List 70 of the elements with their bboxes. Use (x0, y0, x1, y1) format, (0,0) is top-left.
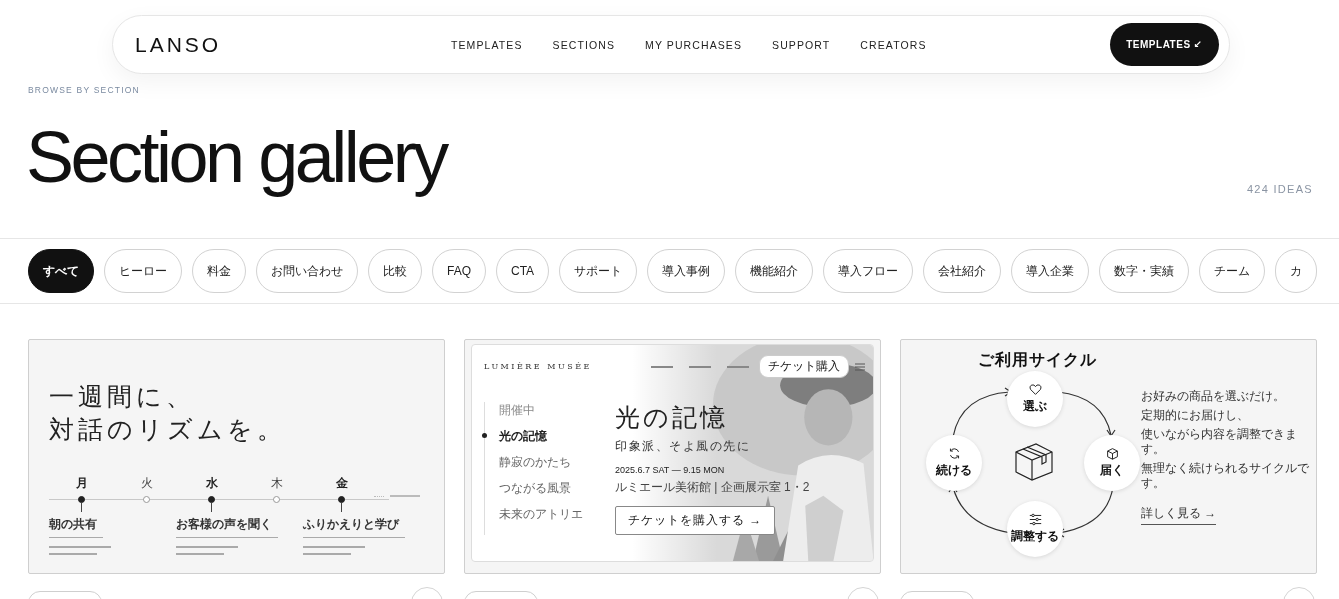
box-icon (1105, 447, 1119, 460)
templates-button[interactable]: TEMPLATES ↙ (1110, 23, 1219, 66)
section-card[interactable]: 一週間に、 対話のリズムを。 月 火 水 木 金 朝の共有 お客様の声を聞く ふりかえりと学び (28, 339, 445, 574)
description-text-lines (303, 546, 365, 555)
day-label: 木 (270, 475, 283, 492)
day-label: 金 (335, 475, 348, 492)
step-node: 続ける (926, 435, 982, 491)
eyebrow-label: BROWSE BY SECTION (28, 85, 141, 95)
buy-ticket-button: チケットを購入する → (615, 506, 776, 535)
filter-chip[interactable]: すべて (28, 249, 94, 293)
step-node: 届く (1084, 435, 1140, 491)
filter-chip[interactable]: カ (1275, 249, 1318, 293)
filter-chip[interactable]: 導入企業 (1011, 249, 1090, 293)
nav-link[interactable]: SUPPORT (772, 38, 831, 51)
event-title: ふりかえりと学び (303, 516, 405, 538)
filter-chip[interactable]: チーム (1199, 249, 1266, 293)
day-label: 火 (140, 475, 153, 492)
sliders-icon (1028, 513, 1042, 526)
day-label: 水 (205, 475, 218, 492)
exhibition-title: 光の記憶 (615, 402, 728, 434)
step-node: 選ぶ (1007, 371, 1063, 427)
description-text-lines (176, 546, 238, 555)
nav-link[interactable]: CREATORS (860, 38, 927, 51)
note-text-lines (390, 495, 420, 497)
description-line: 定期的にお届けし、 (1141, 407, 1249, 423)
day-label: 月 (75, 475, 88, 492)
filter-chip[interactable]: お問い合わせ (256, 249, 358, 293)
ticket-button: チケット購入 (759, 355, 849, 378)
filter-chip[interactable]: 会社紹介 (923, 249, 1002, 293)
side-menu-item: 静寂のかたち (498, 454, 572, 471)
details-link: 詳しく見る → (1141, 504, 1217, 525)
exhibition-dates: 2025.6.7 SAT — 9.15 MON (615, 465, 725, 475)
logo[interactable]: LANSO (135, 32, 435, 57)
side-menu-item: 未来のアトリエ (498, 506, 584, 523)
exhibition-subtitle: 印象派、そよ風の先に (615, 438, 750, 455)
side-menu-item: 光の記憶 (482, 428, 609, 445)
page-title: Section gallery (26, 117, 446, 197)
description-line: お好みの商品を選ぶだけ。 (1141, 388, 1285, 404)
filter-chip[interactable]: 導入事例 (647, 249, 726, 293)
menu-icon (855, 362, 865, 371)
venue-text: ルミエール美術館 | 企画展示室 1・2 (615, 479, 810, 496)
filter-chip[interactable]: 比較 (368, 249, 422, 293)
filter-chip[interactable]: FAQ (432, 249, 486, 293)
event-title: 朝の共有 (49, 516, 103, 538)
filter-chip[interactable]: サポート (559, 249, 638, 293)
section-card[interactable]: LUMIÈRE MUSÉE チケット購入 開催中 光の記憶 静寂のかたち つながる風景 未来のアトリエ 光の記憶 印象派、そよ風の先に 2025.6.7 SAT — 9.15 MON ルミエール美術館 | 企画展示室 1・2 チケットを購入する → (464, 339, 881, 574)
nav-link[interactable]: SECTIONS (552, 38, 616, 51)
side-menu-item: つながる風景 (498, 480, 572, 497)
filter-chip[interactable]: CTA (496, 249, 550, 293)
filter-chip[interactable]: 数字・実績 (1099, 249, 1190, 293)
filter-chip[interactable]: 導入フロー (823, 249, 914, 293)
filter-chip[interactable]: 機能紹介 (735, 249, 814, 293)
description-line: 使いながら内容を調整できます。 (1141, 426, 1298, 457)
step-node: 調整する (1007, 501, 1063, 557)
headline: 対話のリズムを。 (49, 414, 287, 446)
refresh-icon (947, 447, 961, 460)
nav-link[interactable]: MY PURCHASES (645, 38, 743, 51)
description-text-lines (49, 546, 111, 555)
filter-chip[interactable]: ヒーロー (104, 249, 182, 293)
filter-chip[interactable]: 料金 (192, 249, 246, 293)
heart-icon (1028, 383, 1042, 396)
ideas-count: 424 IDEAS (1246, 183, 1313, 195)
description-line: 無理なく続けられるサイクルです。 (1141, 460, 1310, 491)
event-title: お客様の声を聞く (176, 516, 278, 538)
cycle-title: ご利用サイクル (977, 350, 1097, 370)
status-label: 開催中 (499, 402, 536, 419)
headline: 一週間に、 (49, 381, 196, 413)
section-card[interactable]: ご利用サイクル 選ぶ 届く 調整する 続ける お好みの商品を選ぶだけ。 定期的にお届けし、 使いながら内容を調整できます。 無理なく続けられるサイクルです。 詳しく見る → (900, 339, 1317, 574)
site-logo: LUMIÈRE MUSÉE (484, 362, 592, 371)
nav-link[interactable]: TEMPLATES (451, 38, 523, 51)
